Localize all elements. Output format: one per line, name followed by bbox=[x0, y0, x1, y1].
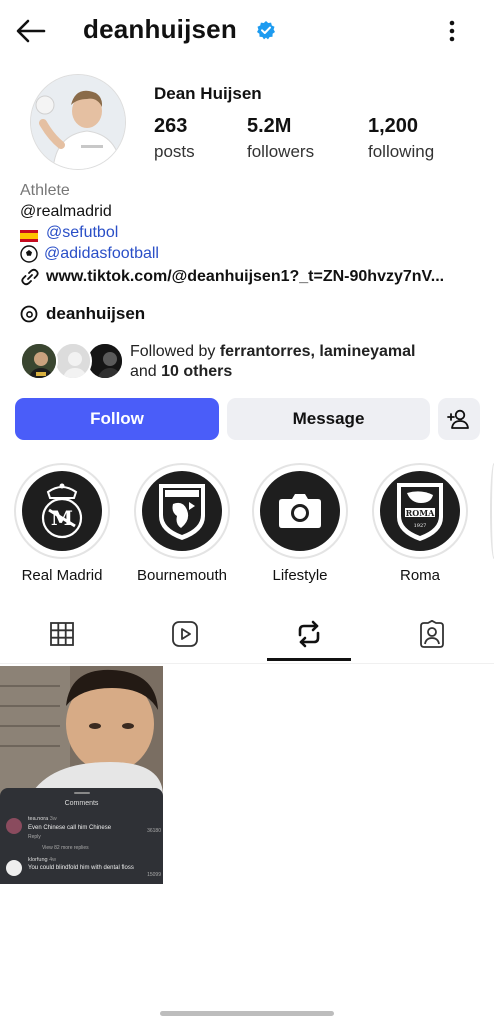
bio-line-football: @adidasfootball bbox=[20, 243, 480, 264]
commenter-avatar bbox=[6, 860, 22, 876]
tab-reposts[interactable] bbox=[267, 604, 351, 664]
verified-badge-icon bbox=[257, 21, 275, 40]
camera-icon bbox=[260, 471, 340, 551]
roma-crest-icon: ROMA 1927 bbox=[380, 471, 460, 551]
highlight-partial[interactable] bbox=[490, 463, 494, 559]
comment-username: tea.nora bbox=[28, 816, 49, 822]
highlight-ring bbox=[252, 463, 348, 559]
highlight-label: Real Madrid bbox=[21, 567, 103, 584]
stat-value: 263 bbox=[154, 115, 188, 137]
comment-user: tea.nora 3w bbox=[28, 816, 57, 822]
stat-value: 5.2M bbox=[247, 115, 292, 137]
comment-time: 3w bbox=[49, 816, 57, 822]
grid-icon bbox=[50, 622, 74, 646]
comments-title: Comments bbox=[64, 800, 99, 807]
bio-link-row[interactable]: www.tiktok.com/@deanhuijsen1?_t=ZN-90hvz… bbox=[20, 266, 480, 287]
profile-avatar[interactable] bbox=[30, 74, 126, 170]
arrow-left-icon[interactable] bbox=[14, 14, 48, 48]
link-icon bbox=[21, 268, 39, 285]
bio-mention-sefutbol[interactable]: @sefutbol bbox=[46, 222, 118, 243]
bio-line-realmadrid[interactable]: @realmadrid bbox=[20, 201, 480, 222]
stat-following[interactable]: 1,200 following bbox=[368, 115, 434, 162]
comment-time: 4w bbox=[49, 857, 57, 863]
stat-label: posts bbox=[154, 142, 195, 161]
highlight-bournemouth[interactable]: Bournemouth bbox=[134, 463, 230, 584]
suggested-users-button[interactable] bbox=[438, 398, 480, 440]
stat-label: followers bbox=[247, 142, 315, 161]
profile-username: deanhuijsen bbox=[83, 14, 237, 44]
follower-avatar bbox=[54, 342, 92, 380]
comment-more-replies: View 82 more replies bbox=[42, 845, 89, 851]
bio-category: Athlete bbox=[20, 182, 70, 199]
follower-avatar bbox=[20, 342, 58, 380]
more-vertical-icon[interactable] bbox=[440, 16, 464, 46]
tagged-icon bbox=[420, 620, 444, 648]
followed-by-and: and bbox=[130, 363, 162, 380]
comment-likes: 15099 bbox=[147, 872, 161, 878]
comment-text: You could blindfold him with dental flos… bbox=[28, 865, 134, 871]
comment-username: klorfung bbox=[28, 857, 48, 863]
highlight-ring: ROMA 1927 bbox=[372, 463, 468, 559]
highlight-lifestyle[interactable]: Lifestyle bbox=[252, 463, 348, 584]
highlight-label: Roma bbox=[399, 567, 440, 584]
svg-text:1927: 1927 bbox=[414, 523, 427, 529]
repost-thumbnail[interactable]: Comments tea.nora 3w Even Chinese call h… bbox=[0, 666, 163, 884]
stat-posts[interactable]: 263 posts bbox=[154, 115, 195, 162]
followed-by-names: ferrantorres, lamineyamal bbox=[219, 343, 416, 360]
followed-by-prefix: Followed by bbox=[130, 343, 220, 360]
tab-tagged[interactable] bbox=[390, 604, 474, 664]
bio-line-spain: @sefutbol bbox=[20, 222, 480, 243]
comment-text: Even Chinese call him Chinese bbox=[28, 825, 112, 831]
top-bar: deanhuijsen bbox=[0, 0, 494, 60]
comments-sheet: Comments tea.nora 3w Even Chinese call h… bbox=[0, 788, 163, 884]
display-name: Dean Huijsen bbox=[154, 84, 262, 103]
message-button[interactable]: Message bbox=[227, 398, 430, 440]
highlight-label: Bournemouth bbox=[136, 567, 228, 584]
svg-text:M: M bbox=[51, 506, 73, 530]
tab-grid[interactable] bbox=[20, 604, 104, 664]
sheet-handle bbox=[74, 792, 90, 794]
highlight-ring bbox=[134, 463, 230, 559]
comment-reply: Reply bbox=[28, 834, 41, 840]
reels-icon bbox=[172, 621, 198, 647]
comment-likes: 36180 bbox=[147, 828, 161, 834]
post-photo bbox=[0, 666, 163, 796]
stat-followers[interactable]: 5.2M followers bbox=[247, 115, 314, 162]
followed-by-text: Followed by ferrantorres, lamineyamal an… bbox=[130, 342, 415, 382]
highlight-real-madrid[interactable]: M Real Madrid bbox=[14, 463, 110, 584]
highlight-label: Lifestyle bbox=[272, 567, 328, 584]
active-tab-indicator bbox=[267, 658, 351, 661]
profile-tabs bbox=[0, 604, 494, 664]
home-indicator[interactable] bbox=[160, 1011, 334, 1016]
follow-button[interactable]: Follow bbox=[15, 398, 219, 440]
stat-value: 1,200 bbox=[368, 115, 419, 137]
real-madrid-crest-icon: M bbox=[22, 471, 102, 551]
spain-flag-icon bbox=[20, 227, 38, 242]
followed-by-row[interactable]: Followed by ferrantorres, lamineyamal an… bbox=[20, 340, 480, 384]
highlight-roma[interactable]: ROMA 1927 Roma bbox=[372, 463, 468, 584]
soccer-ball-icon bbox=[20, 244, 38, 263]
bournemouth-crest-icon bbox=[142, 471, 222, 551]
bio-external-link[interactable]: www.tiktok.com/@deanhuijsen1?_t=ZN-90hvz… bbox=[46, 266, 444, 287]
avatar-photo bbox=[31, 75, 125, 169]
threads-badge[interactable]: deanhuijsen bbox=[20, 304, 145, 324]
reposts-icon bbox=[298, 620, 320, 648]
tab-reels[interactable] bbox=[143, 604, 227, 664]
threads-icon bbox=[20, 305, 38, 323]
followed-by-others: 10 others bbox=[161, 363, 233, 380]
svg-text:ROMA: ROMA bbox=[406, 508, 435, 518]
profile-bio: Athlete @realmadrid @sefutbol @adidasfoo… bbox=[20, 180, 480, 287]
add-user-icon bbox=[447, 409, 469, 429]
stat-label: following bbox=[368, 142, 435, 161]
commenter-avatar bbox=[6, 818, 22, 834]
bio-mention[interactable]: @realmadrid bbox=[20, 201, 112, 222]
threads-handle: deanhuijsen bbox=[46, 304, 146, 323]
comment-user: klorfung 4w bbox=[28, 857, 56, 863]
highlight-ring: M bbox=[14, 463, 110, 559]
bio-mention-adidasfootball[interactable]: @adidasfootball bbox=[44, 243, 159, 264]
